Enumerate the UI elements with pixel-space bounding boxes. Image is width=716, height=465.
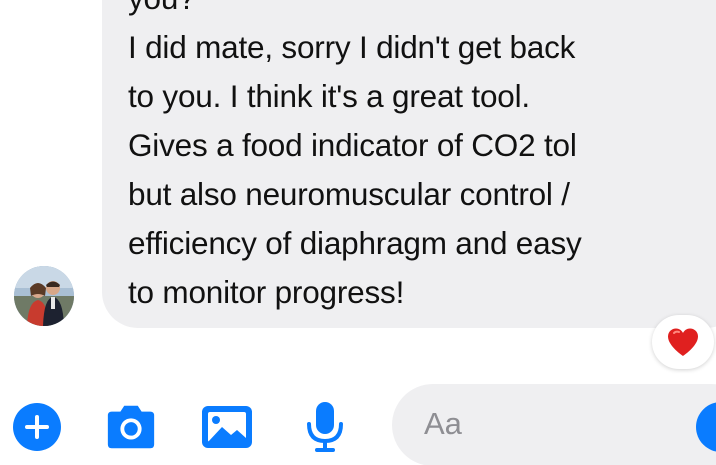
message-line: Gives a food indicator of CO2 tol xyxy=(128,127,577,163)
microphone-button[interactable] xyxy=(298,400,352,454)
message-input-placeholder: Aa xyxy=(424,406,462,441)
reaction-badge[interactable] xyxy=(652,315,714,369)
plus-button[interactable] xyxy=(10,400,64,454)
camera-icon xyxy=(107,405,155,449)
message-line: to you. I think it's a great tool. xyxy=(128,78,530,114)
plus-icon xyxy=(13,403,61,451)
heart-icon xyxy=(668,328,698,356)
message-line: you? xyxy=(128,0,708,23)
message-line: I did mate, sorry I didn't get back xyxy=(128,29,576,65)
gallery-button[interactable] xyxy=(200,400,254,454)
message-text: you? I did mate, sorry I didn't get back… xyxy=(128,0,708,317)
message-line: to monitor progress! xyxy=(128,274,405,310)
image-icon xyxy=(202,406,252,448)
messenger-chat-screen: you? I did mate, sorry I didn't get back… xyxy=(0,0,716,465)
message-line: but also neuromuscular control / xyxy=(128,176,570,212)
message-line: efficiency of diaphragm and easy xyxy=(128,225,582,261)
camera-button[interactable] xyxy=(104,400,158,454)
microphone-icon xyxy=(307,402,343,452)
avatar-photo xyxy=(14,266,74,326)
avatar[interactable] xyxy=(14,266,74,326)
